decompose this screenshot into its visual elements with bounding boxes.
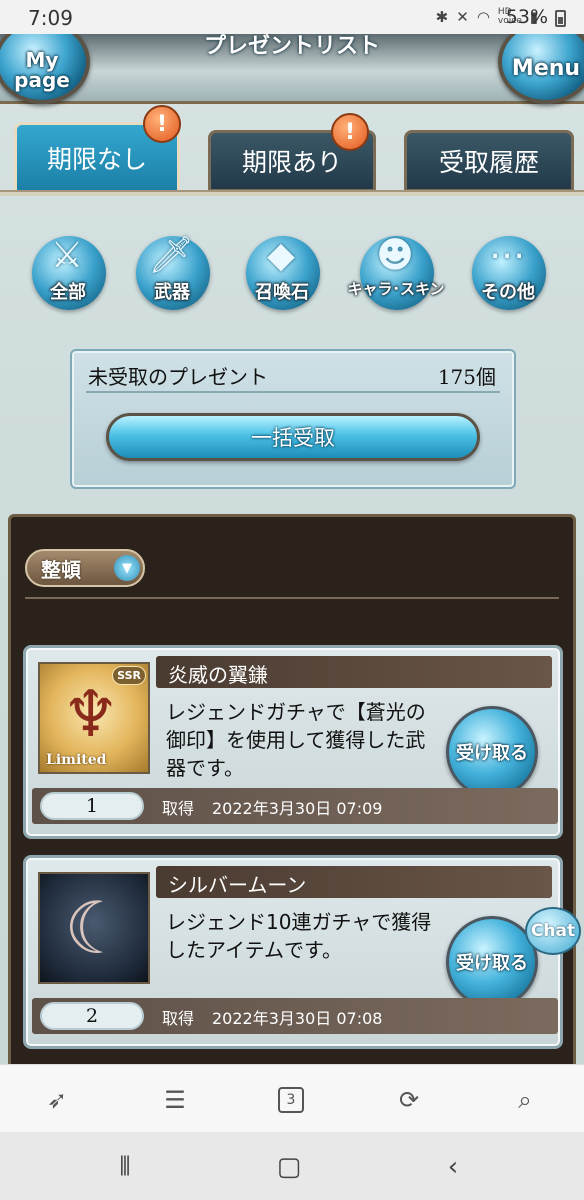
obtained-label: 取得 — [162, 1009, 195, 1028]
divider — [25, 597, 559, 599]
back-icon[interactable]: ‹ — [436, 1150, 470, 1184]
tab-divider — [0, 190, 584, 196]
battery-icon — [555, 10, 566, 27]
mypage-button[interactable]: My page — [0, 34, 90, 104]
present-tabs: 期限なし ! 期限あり ! 受取履歴 — [10, 105, 580, 194]
present-card: ♆ SSR Limited 炎威の翼鎌 レジェンドガチャで【蒼光の御印】を使用し… — [23, 645, 563, 839]
mute-icon: ✕ — [456, 8, 469, 26]
obtained-date: 2022年3月30日 07:09 — [212, 799, 383, 818]
present-list: 整頓 ▼ ♆ SSR Limited 炎威の翼鎌 レジェンドガチャで【蒼光の御印… — [8, 514, 581, 1064]
filter-label: 召喚石 — [255, 282, 309, 303]
home-icon[interactable]: ▢ — [272, 1150, 306, 1184]
filter-weapon[interactable]: 🗡 武器 — [124, 224, 220, 316]
tab-history[interactable]: 受取履歴 — [404, 130, 574, 192]
tabs-icon[interactable]: 3 — [274, 1083, 308, 1117]
receive-button[interactable]: 受け取る — [446, 706, 538, 798]
item-name-bar: 炎威の翼鎌 — [156, 656, 552, 688]
divider — [86, 391, 500, 393]
mypage-label: My page — [14, 48, 70, 92]
obtained-date: 2022年3月30日 07:08 — [212, 1009, 383, 1028]
reload-icon[interactable]: ⟳ — [392, 1083, 426, 1117]
game-screen: プレゼントリスト My page Menu 期限なし ! 期限あり ! 受取履歴… — [0, 34, 584, 1064]
item-quantity: 2 — [40, 1002, 144, 1030]
item-quantity: 1 — [40, 792, 144, 820]
obtained-label: 取得 — [162, 799, 195, 818]
sort-label: 整頓 — [41, 557, 81, 582]
header-banner: プレゼントリスト My page Menu — [0, 34, 584, 104]
filter-summon[interactable]: ◆ 召喚石 — [234, 224, 330, 316]
wifi-icon: ◠ — [476, 8, 490, 26]
recent-apps-icon[interactable]: ⦀ — [108, 1150, 142, 1184]
more-icon: ⋯ — [489, 234, 525, 276]
crescent-moon-icon: ☾ — [64, 886, 129, 970]
system-nav-bar: ⦀ ▢ ‹ — [0, 1132, 584, 1200]
item-description: レジェンド10連ガチャで獲得したアイテムです。 — [166, 910, 432, 962]
browser-toolbar: ➶ ☰ 3 ⟳ ⌕ — [0, 1064, 584, 1132]
item-name-bar: シルバームーン — [156, 866, 552, 898]
rarity-badge: SSR — [112, 666, 146, 685]
search-icon[interactable]: ⌕ — [508, 1083, 542, 1117]
tab-label: 受取履歴 — [438, 148, 539, 177]
rocket-icon[interactable]: ➶ — [40, 1083, 74, 1117]
status-bar: 7:09 ✱ ✕ ◠ HD voice ▮ 53% — [0, 0, 584, 34]
alert-icon: ! — [331, 113, 369, 151]
sword-icon: 🗡 — [148, 235, 194, 276]
chevron-down-icon: ▼ — [114, 555, 140, 581]
item-footer: 2 取得 2022年3月30日 07:08 — [32, 998, 558, 1034]
item-name: シルバームーン — [168, 873, 307, 897]
item-name: 炎威の翼鎌 — [168, 663, 268, 687]
status-time: 7:09 — [28, 6, 73, 30]
category-filters: ⚔ 全部 🗡 武器 ◆ 召喚石 ☻ キャラ･スキン ⋯ その他 — [0, 224, 584, 324]
item-footer: 1 取得 2022年3月30日 07:09 — [32, 788, 558, 824]
chat-button[interactable]: Chat — [525, 907, 581, 955]
alert-icon: ! — [143, 105, 181, 143]
filter-all[interactable]: ⚔ 全部 — [20, 224, 116, 316]
tab-no-deadline[interactable]: 期限なし ! — [14, 105, 181, 194]
unreceived-count: 175個 — [437, 365, 496, 389]
tab-count: 3 — [278, 1087, 304, 1113]
sort-button[interactable]: 整頓 ▼ — [25, 549, 145, 587]
filter-label: 全部 — [50, 282, 86, 303]
crystal-icon: ◆ — [267, 234, 295, 276]
filter-label: キャラ･スキン — [347, 280, 445, 298]
item-description: レジェンドガチャで【蒼光の御印】を使用して獲得した武器です。 — [166, 700, 426, 780]
bulk-receive-button[interactable]: 一括受取 — [106, 413, 480, 461]
unreceived-label: 未受取のプレゼント — [88, 365, 268, 389]
filter-other[interactable]: ⋯ その他 — [460, 224, 556, 316]
filter-label: その他 — [481, 282, 535, 303]
item-thumbnail[interactable]: ♆ SSR Limited — [38, 662, 150, 774]
menu-icon[interactable]: ☰ — [158, 1083, 192, 1117]
tab-label: 期限なし — [46, 145, 147, 174]
item-thumbnail[interactable]: ☾ — [38, 872, 150, 984]
filter-character-skin[interactable]: ☻ キャラ･スキン — [347, 224, 445, 316]
present-card: ☾ シルバームーン レジェンド10連ガチャで獲得したアイテムです。 受け取る 2… — [23, 855, 563, 1049]
filter-label: 武器 — [154, 282, 190, 303]
all-items-icon: ⚔ — [50, 234, 84, 276]
wing-scythe-icon: ♆ — [62, 678, 120, 752]
tab-label: 期限あり — [241, 148, 342, 177]
bluetooth-icon: ✱ — [435, 8, 449, 26]
menu-button[interactable]: Menu — [498, 34, 584, 104]
battery-percentage: 53% — [505, 6, 548, 28]
character-icon: ☻ — [376, 234, 414, 276]
limited-badge: Limited — [46, 752, 107, 768]
menu-label: Menu — [511, 56, 581, 81]
unreceived-panel: 未受取のプレゼント 175個 一括受取 — [70, 349, 516, 489]
tab-with-deadline[interactable]: 期限あり ! — [208, 113, 376, 192]
